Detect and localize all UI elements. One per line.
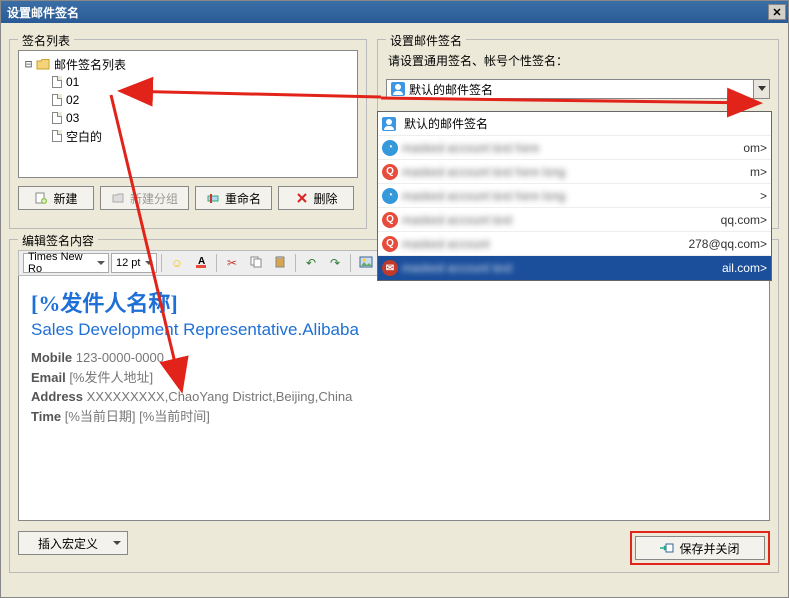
service-icon: Q bbox=[382, 212, 398, 228]
svg-text:A: A bbox=[198, 256, 205, 267]
avatar-icon bbox=[391, 82, 405, 96]
tree-item-label: 02 bbox=[66, 93, 79, 107]
titlebar[interactable]: 设置邮件签名 ✕ bbox=[1, 1, 788, 23]
dropdown-item[interactable]: Q masked account 278@qq.com> bbox=[378, 232, 771, 256]
page-icon bbox=[52, 112, 62, 124]
tree-root-label: 邮件签名列表 bbox=[54, 56, 126, 73]
emoji-button[interactable]: ☺ bbox=[166, 252, 188, 274]
new-icon bbox=[34, 191, 48, 205]
save-close-icon bbox=[660, 541, 674, 555]
dropdown-masked-label: masked account text here long bbox=[402, 189, 565, 203]
edit-signature-panel: 编辑签名内容 Times New Ro 12 pt ☺ A ✂ ↶ ↷ B bbox=[9, 239, 779, 573]
new-group-button[interactable]: 新建分组 bbox=[100, 186, 189, 210]
font-size-select[interactable]: 12 pt bbox=[111, 253, 157, 273]
image-button[interactable] bbox=[355, 252, 377, 274]
color-icon: A bbox=[194, 255, 208, 272]
dropdown-item[interactable]: Q masked account text here long m> bbox=[378, 160, 771, 184]
cut-icon: ✂ bbox=[227, 256, 237, 270]
font-select[interactable]: Times New Ro bbox=[23, 253, 109, 273]
service-icon: ✉ bbox=[382, 260, 398, 276]
tree-item-03[interactable]: 03 bbox=[21, 109, 355, 127]
rename-icon bbox=[206, 191, 220, 205]
dropdown-masked-label: masked account text here bbox=[402, 141, 539, 155]
close-button[interactable]: ✕ bbox=[768, 4, 786, 20]
dropdown-masked-label: masked account text bbox=[402, 213, 512, 227]
dropdown-item[interactable]: ◔ masked account text here long > bbox=[378, 184, 771, 208]
new-button[interactable]: 新建 bbox=[18, 186, 94, 210]
chevron-down-icon[interactable] bbox=[753, 80, 769, 98]
tree-item-01[interactable]: 01 bbox=[21, 73, 355, 91]
dropdown-tail: om> bbox=[743, 141, 767, 155]
paste-button[interactable] bbox=[269, 252, 291, 274]
tree-item-label: 01 bbox=[66, 75, 79, 89]
folder-plus-icon bbox=[111, 191, 125, 205]
smiley-icon: ☺ bbox=[171, 256, 183, 270]
signature-address-line: Address XXXXXXXXX,ChaoYang District,Beij… bbox=[31, 387, 757, 407]
dropdown-tail: 278@qq.com> bbox=[688, 237, 767, 251]
cut-button[interactable]: ✂ bbox=[221, 252, 243, 274]
save-and-close-button[interactable]: 保存并关闭 bbox=[635, 536, 765, 560]
dropdown-tail: qq.com> bbox=[721, 213, 767, 227]
redo-icon: ↷ bbox=[330, 256, 340, 270]
avatar-icon bbox=[382, 117, 396, 131]
undo-icon: ↶ bbox=[306, 256, 316, 270]
folder-icon bbox=[36, 58, 50, 70]
window-title: 设置邮件签名 bbox=[7, 4, 79, 21]
copy-icon bbox=[250, 256, 262, 271]
dropdown-tail: m> bbox=[750, 165, 767, 179]
rename-button[interactable]: 重命名 bbox=[195, 186, 272, 210]
set-signature-legend: 设置邮件签名 bbox=[386, 32, 466, 49]
dropdown-item-default[interactable]: 默认的邮件签名 bbox=[378, 112, 771, 136]
service-icon: ◔ bbox=[382, 140, 398, 156]
signature-tree[interactable]: ⊟ 邮件签名列表 01 02 03 空白的 bbox=[18, 50, 358, 178]
tree-item-02[interactable]: 02 bbox=[21, 91, 355, 109]
signature-name: [%发件人名称] bbox=[31, 286, 757, 318]
dropdown-masked-label: masked account text bbox=[402, 261, 512, 275]
delete-button[interactable]: 删除 bbox=[278, 186, 354, 210]
delete-icon bbox=[295, 191, 309, 205]
page-icon bbox=[52, 76, 62, 88]
service-icon: ◔ bbox=[382, 188, 398, 204]
page-icon bbox=[52, 94, 62, 106]
signature-time-line: Time [%当前日期] [%当前时间] bbox=[31, 407, 757, 427]
service-icon: Q bbox=[382, 164, 398, 180]
tree-item-label: 03 bbox=[66, 111, 79, 125]
dropdown-item[interactable]: ◔ masked account text here om> bbox=[378, 136, 771, 160]
redo-button[interactable]: ↷ bbox=[324, 252, 346, 274]
color-button[interactable]: A bbox=[190, 252, 212, 274]
service-icon: Q bbox=[382, 236, 398, 252]
set-signature-instruction: 请设置通用签名、帐号个性签名： bbox=[388, 52, 770, 69]
signature-mobile-line: Mobile 123-0000-0000 bbox=[31, 348, 757, 368]
tree-item-blank[interactable]: 空白的 bbox=[21, 127, 355, 145]
dropdown-label: 默认的邮件签名 bbox=[404, 115, 488, 132]
dropdown-masked-label: masked account bbox=[402, 237, 489, 251]
dropdown-item-selected[interactable]: ✉ masked account text ail.com> bbox=[378, 256, 771, 280]
dropdown-tail: > bbox=[760, 189, 767, 203]
signature-email-line: Email [%发件人地址] bbox=[31, 368, 757, 388]
signature-list-legend: 签名列表 bbox=[18, 32, 74, 49]
mail-signature-window: 设置邮件签名 ✕ 签名列表 ⊟ 邮件签名列表 01 02 bbox=[0, 0, 789, 598]
edit-signature-legend: 编辑签名内容 bbox=[18, 232, 98, 249]
insert-macro-button[interactable]: 插入宏定义 bbox=[18, 531, 128, 555]
tree-item-label: 空白的 bbox=[66, 128, 102, 145]
combo-value: 默认的邮件签名 bbox=[409, 81, 493, 98]
dropdown-masked-label: masked account text here long bbox=[402, 165, 565, 179]
collapse-icon[interactable]: ⊟ bbox=[23, 57, 34, 71]
dropdown-tail: ail.com> bbox=[722, 261, 767, 275]
copy-button[interactable] bbox=[245, 252, 267, 274]
save-close-highlight: 保存并关闭 bbox=[630, 531, 770, 565]
signature-job-title: Sales Development Representative.Alibaba bbox=[31, 320, 757, 340]
image-icon bbox=[359, 256, 373, 271]
dropdown-item[interactable]: Q masked account text qq.com> bbox=[378, 208, 771, 232]
signature-editor[interactable]: [%发件人名称] Sales Development Representativ… bbox=[18, 276, 770, 521]
tree-root[interactable]: ⊟ 邮件签名列表 bbox=[21, 55, 355, 73]
account-signature-dropdown[interactable]: 默认的邮件签名 ◔ masked account text here om> Q… bbox=[377, 111, 772, 281]
undo-button[interactable]: ↶ bbox=[300, 252, 322, 274]
signature-list-panel: 签名列表 ⊟ 邮件签名列表 01 02 03 bbox=[9, 39, 367, 229]
default-signature-combo[interactable]: 默认的邮件签名 bbox=[386, 79, 770, 99]
paste-icon bbox=[274, 256, 286, 271]
page-icon bbox=[52, 130, 62, 142]
